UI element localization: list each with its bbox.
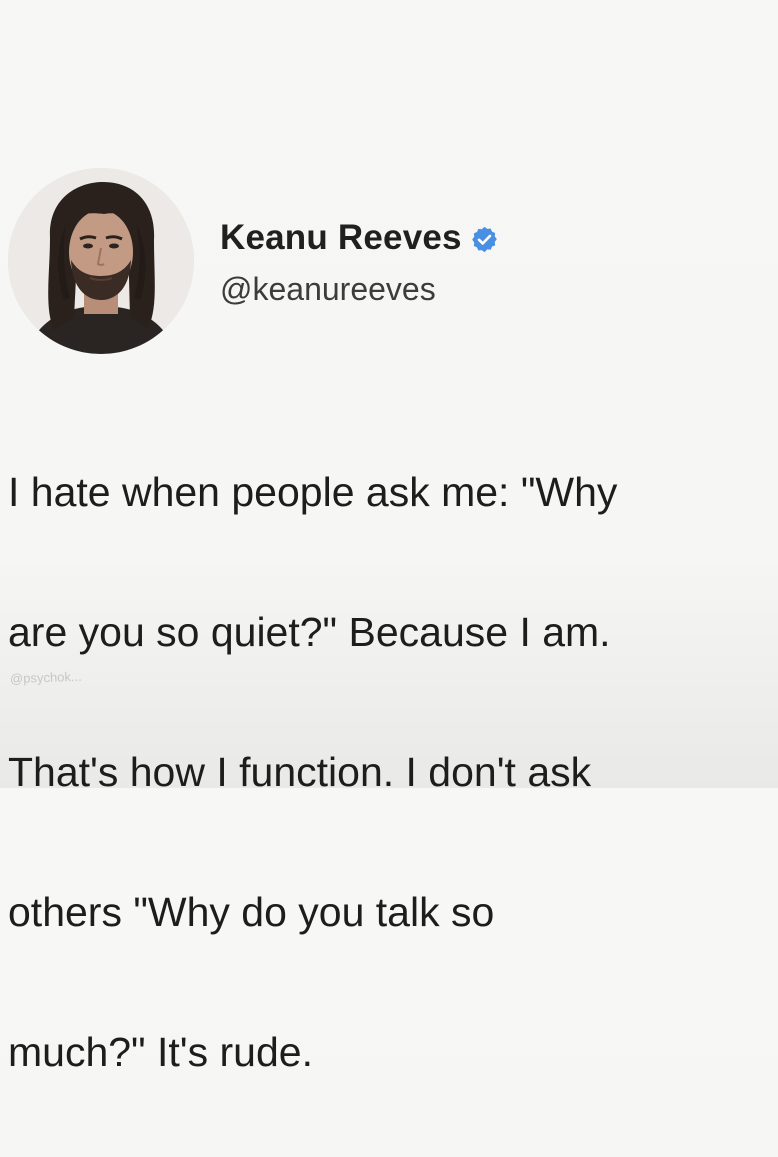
user-handle[interactable]: @keanureeves (220, 271, 499, 308)
verified-badge-icon (470, 225, 499, 254)
tweet-line: I hate when people ask me: "Why (8, 469, 618, 515)
avatar-portrait (8, 168, 194, 354)
display-name[interactable]: Keanu Reeves (220, 218, 462, 258)
tweet-line: are you so quiet?" Because I am. (8, 609, 611, 655)
watermark: @psychok... (9, 668, 82, 687)
tweet-line: others "Why do you talk so (8, 889, 495, 935)
tweet-line: That's how I function. I don't ask (8, 749, 592, 795)
tweet-line: much?" It's rude. (8, 1029, 313, 1075)
avatar[interactable] (8, 168, 194, 354)
tweet-header: Keanu Reeves @keanureeves (220, 218, 499, 308)
display-name-row: Keanu Reeves (220, 218, 499, 258)
tweet-body: I hate when people ask me: "Why are you … (8, 387, 774, 1157)
